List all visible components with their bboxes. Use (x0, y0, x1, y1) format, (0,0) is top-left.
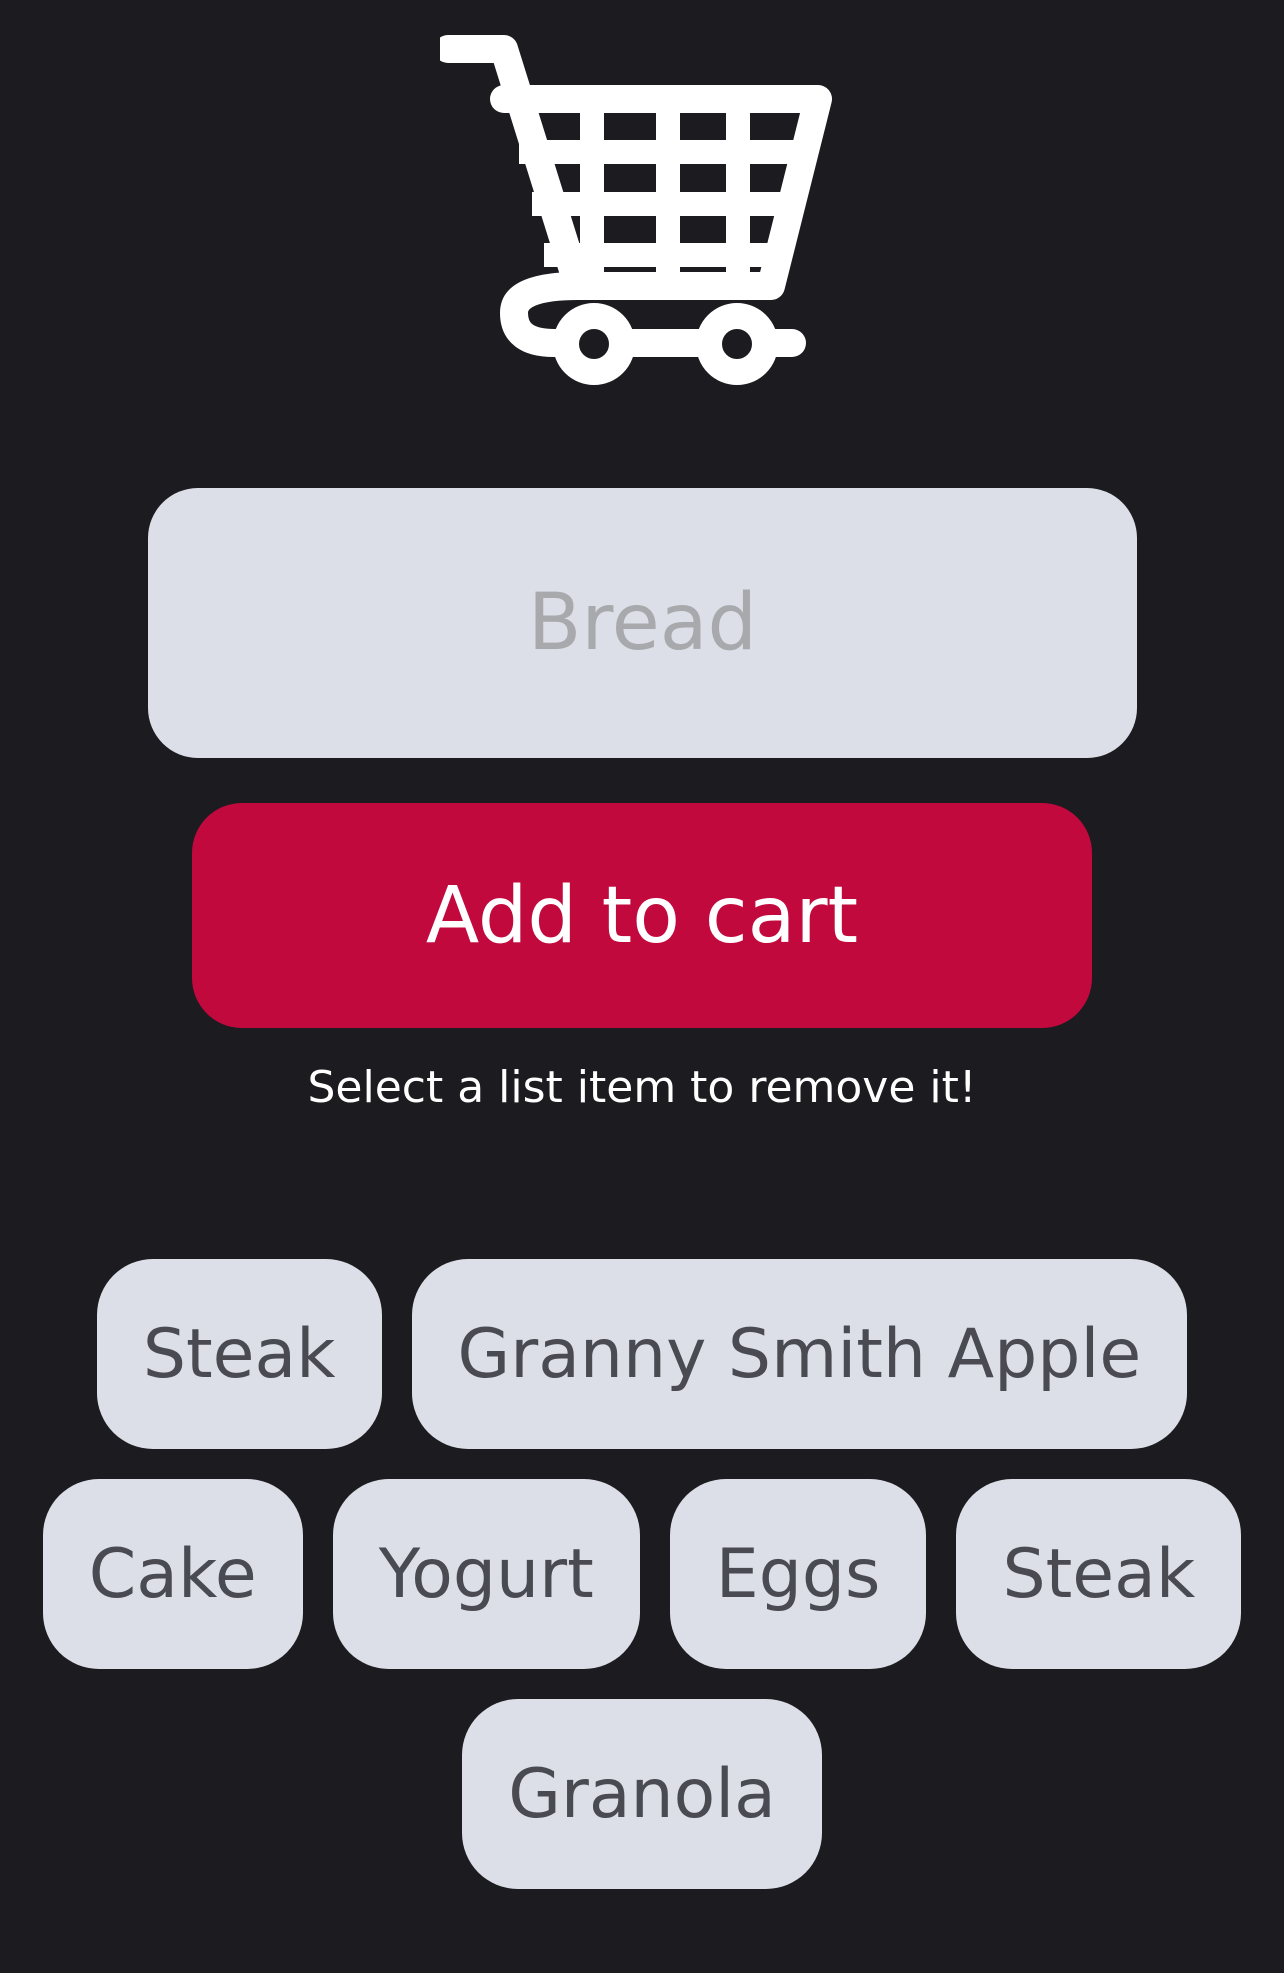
shopping-list-app: Add to cart Select a list item to remove… (0, 0, 1284, 1973)
list-item[interactable]: Steak (956, 1479, 1242, 1669)
list-item[interactable]: Steak (96, 1259, 382, 1449)
list-item[interactable]: Granny Smith Apple (411, 1259, 1188, 1449)
list-item[interactable]: Yogurt (332, 1479, 640, 1669)
hint-text: Select a list item to remove it! (307, 1062, 977, 1113)
shopping-cart-icon (440, 32, 842, 392)
item-list: Steak Granny Smith Apple Cake Yogurt Egg… (0, 1259, 1284, 1889)
item-input[interactable] (148, 488, 1137, 758)
list-item[interactable]: Granola (462, 1699, 822, 1889)
add-to-cart-button[interactable]: Add to cart (192, 803, 1092, 1028)
list-item[interactable]: Cake (42, 1479, 303, 1669)
list-item[interactable]: Eggs (669, 1479, 927, 1669)
